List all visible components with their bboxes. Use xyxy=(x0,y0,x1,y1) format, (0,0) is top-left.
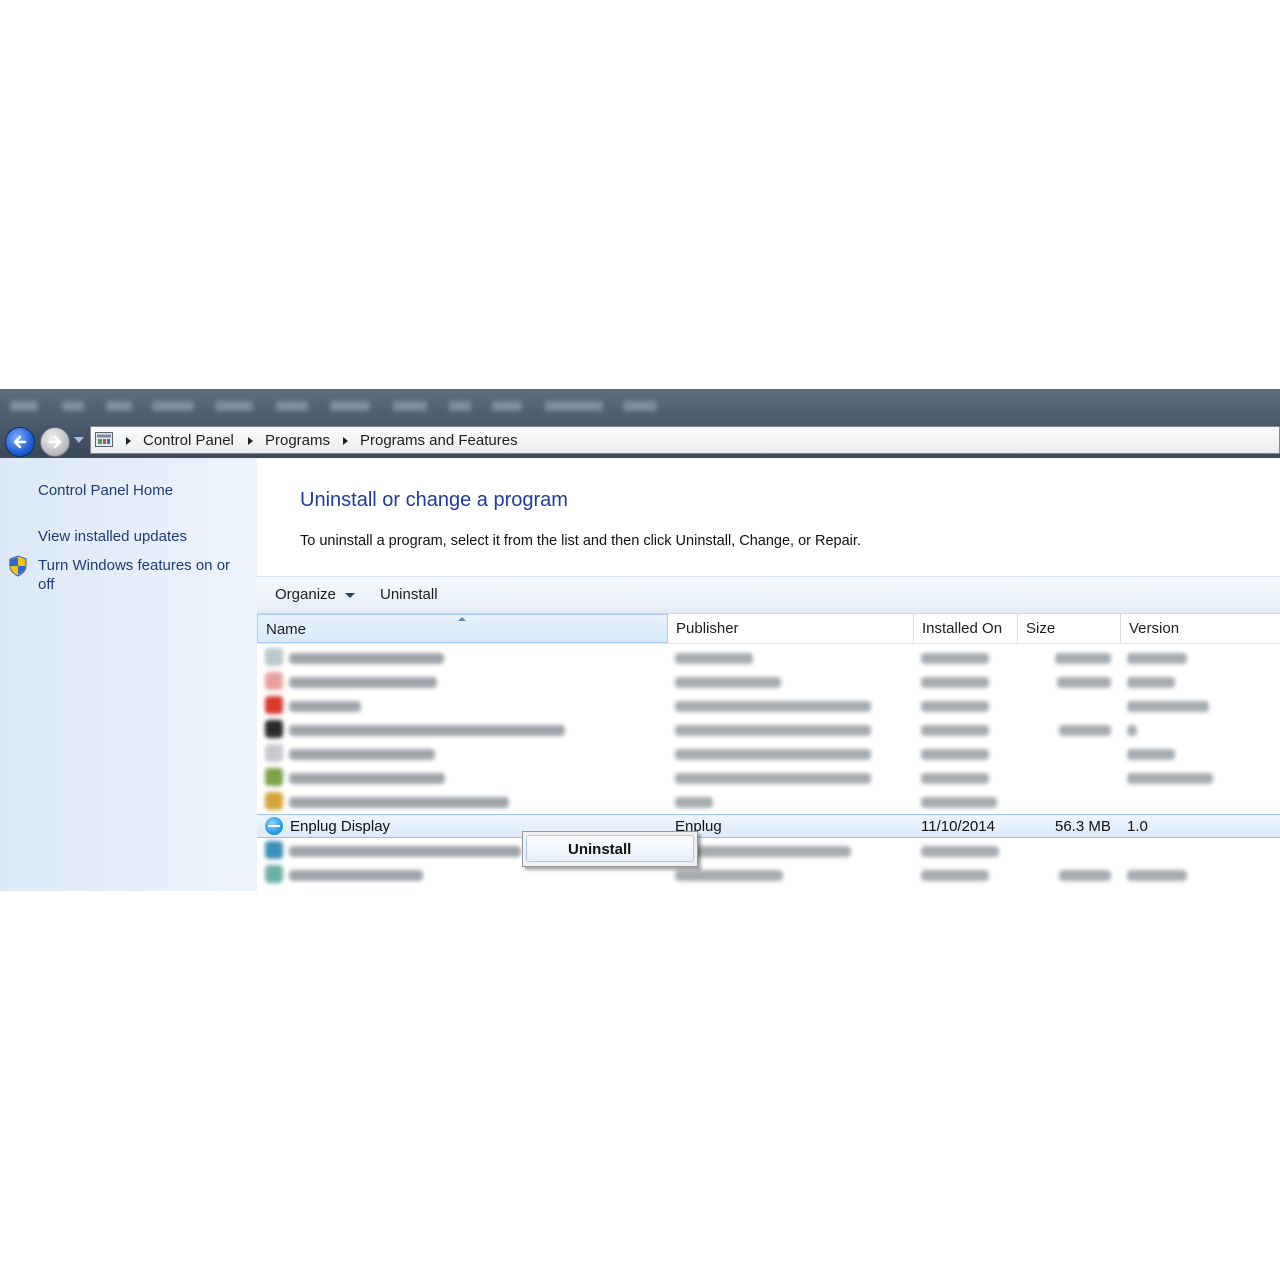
menu-item[interactable] xyxy=(449,401,471,411)
main-content: Uninstall or change a program To uninsta… xyxy=(257,458,1280,891)
program-icon xyxy=(265,841,283,859)
program-icon xyxy=(265,648,283,666)
programs-and-features-window: Control Panel Programs Programs and Feat… xyxy=(0,389,1280,891)
enplug-icon xyxy=(265,817,283,835)
turn-windows-features-link-line1: Turn Windows features on or xyxy=(38,557,231,574)
program-icon xyxy=(265,865,283,883)
context-menu: Uninstall xyxy=(522,831,698,867)
menu-item[interactable] xyxy=(330,401,370,411)
forward-arrow-icon xyxy=(48,435,62,449)
program-icon xyxy=(265,768,283,786)
menu-item[interactable] xyxy=(276,401,308,411)
menu-bar xyxy=(0,389,1280,423)
context-menu-uninstall[interactable]: Uninstall xyxy=(526,835,694,862)
view-installed-updates-link[interactable]: View installed updates xyxy=(38,527,187,546)
column-header-publisher[interactable]: Publisher xyxy=(668,614,914,643)
address-bar[interactable]: Control Panel Programs Programs and Feat… xyxy=(90,426,1280,454)
menu-item[interactable] xyxy=(623,401,657,411)
uninstall-toolbar-button[interactable]: Uninstall xyxy=(380,586,438,603)
program-icon xyxy=(265,696,283,714)
uac-shield-icon xyxy=(9,555,27,577)
breadcrumb-separator-icon[interactable] xyxy=(343,437,348,445)
control-panel-home-link[interactable]: Control Panel Home xyxy=(38,481,173,500)
breadcrumb-control-panel[interactable]: Control Panel xyxy=(143,432,234,449)
organize-button[interactable]: Organize xyxy=(275,586,336,603)
breadcrumb-separator-icon[interactable] xyxy=(126,437,131,445)
column-header-installed-on[interactable]: Installed On xyxy=(914,614,1018,643)
menu-item[interactable] xyxy=(152,401,194,411)
program-icon xyxy=(265,744,283,762)
table-row[interactable] xyxy=(257,670,1280,694)
program-size: 56.3 MB xyxy=(1055,818,1111,835)
chevron-down-icon[interactable] xyxy=(345,593,355,598)
program-icon xyxy=(265,672,283,690)
menu-item[interactable] xyxy=(393,401,427,411)
turn-windows-features-link-line2: off xyxy=(38,576,55,593)
menu-item[interactable] xyxy=(106,401,132,411)
recent-pages-dropdown-icon[interactable] xyxy=(74,437,84,443)
table-row[interactable] xyxy=(257,694,1280,718)
menu-item[interactable] xyxy=(545,401,603,411)
menu-item[interactable] xyxy=(215,401,253,411)
column-headers: Name Publisher Installed On Size Version xyxy=(257,614,1280,644)
table-row-selected[interactable]: Enplug Display Enplug 11/10/2014 56.3 MB… xyxy=(257,814,1280,838)
program-icon xyxy=(265,792,283,810)
page-title: Uninstall or change a program xyxy=(300,489,568,511)
page-description: To uninstall a program, select it from t… xyxy=(300,533,861,549)
sort-ascending-icon xyxy=(458,617,466,621)
table-row[interactable] xyxy=(257,790,1280,814)
program-icon xyxy=(265,720,283,738)
column-header-name[interactable]: Name xyxy=(257,614,668,643)
back-button[interactable] xyxy=(5,427,35,457)
table-row[interactable] xyxy=(257,863,1280,887)
menu-item[interactable] xyxy=(492,401,522,411)
program-name: Enplug Display xyxy=(290,818,391,835)
column-header-name-label: Name xyxy=(266,621,307,638)
table-row[interactable] xyxy=(257,646,1280,670)
control-panel-icon xyxy=(95,432,113,447)
breadcrumb-separator-icon[interactable] xyxy=(248,437,253,445)
command-bar: Organize Uninstall xyxy=(257,576,1280,614)
turn-windows-features-link[interactable]: Turn Windows features on or off xyxy=(38,556,230,594)
table-row[interactable] xyxy=(257,718,1280,742)
left-task-pane: Control Panel Home View installed update… xyxy=(0,458,257,891)
column-header-size[interactable]: Size xyxy=(1018,614,1121,643)
program-version: 1.0 xyxy=(1127,818,1148,835)
breadcrumb-programs-and-features[interactable]: Programs and Features xyxy=(360,432,518,449)
back-arrow-icon xyxy=(13,435,27,449)
forward-button[interactable] xyxy=(40,427,70,457)
app-icon xyxy=(10,401,38,411)
program-installed-on: 11/10/2014 xyxy=(921,818,995,835)
table-row[interactable] xyxy=(257,766,1280,790)
navigation-bar: Control Panel Programs Programs and Feat… xyxy=(0,423,1280,458)
column-header-version[interactable]: Version xyxy=(1121,614,1280,643)
breadcrumb-programs[interactable]: Programs xyxy=(265,432,330,449)
table-row[interactable] xyxy=(257,742,1280,766)
table-row[interactable] xyxy=(257,839,1280,863)
menu-item[interactable] xyxy=(62,401,84,411)
